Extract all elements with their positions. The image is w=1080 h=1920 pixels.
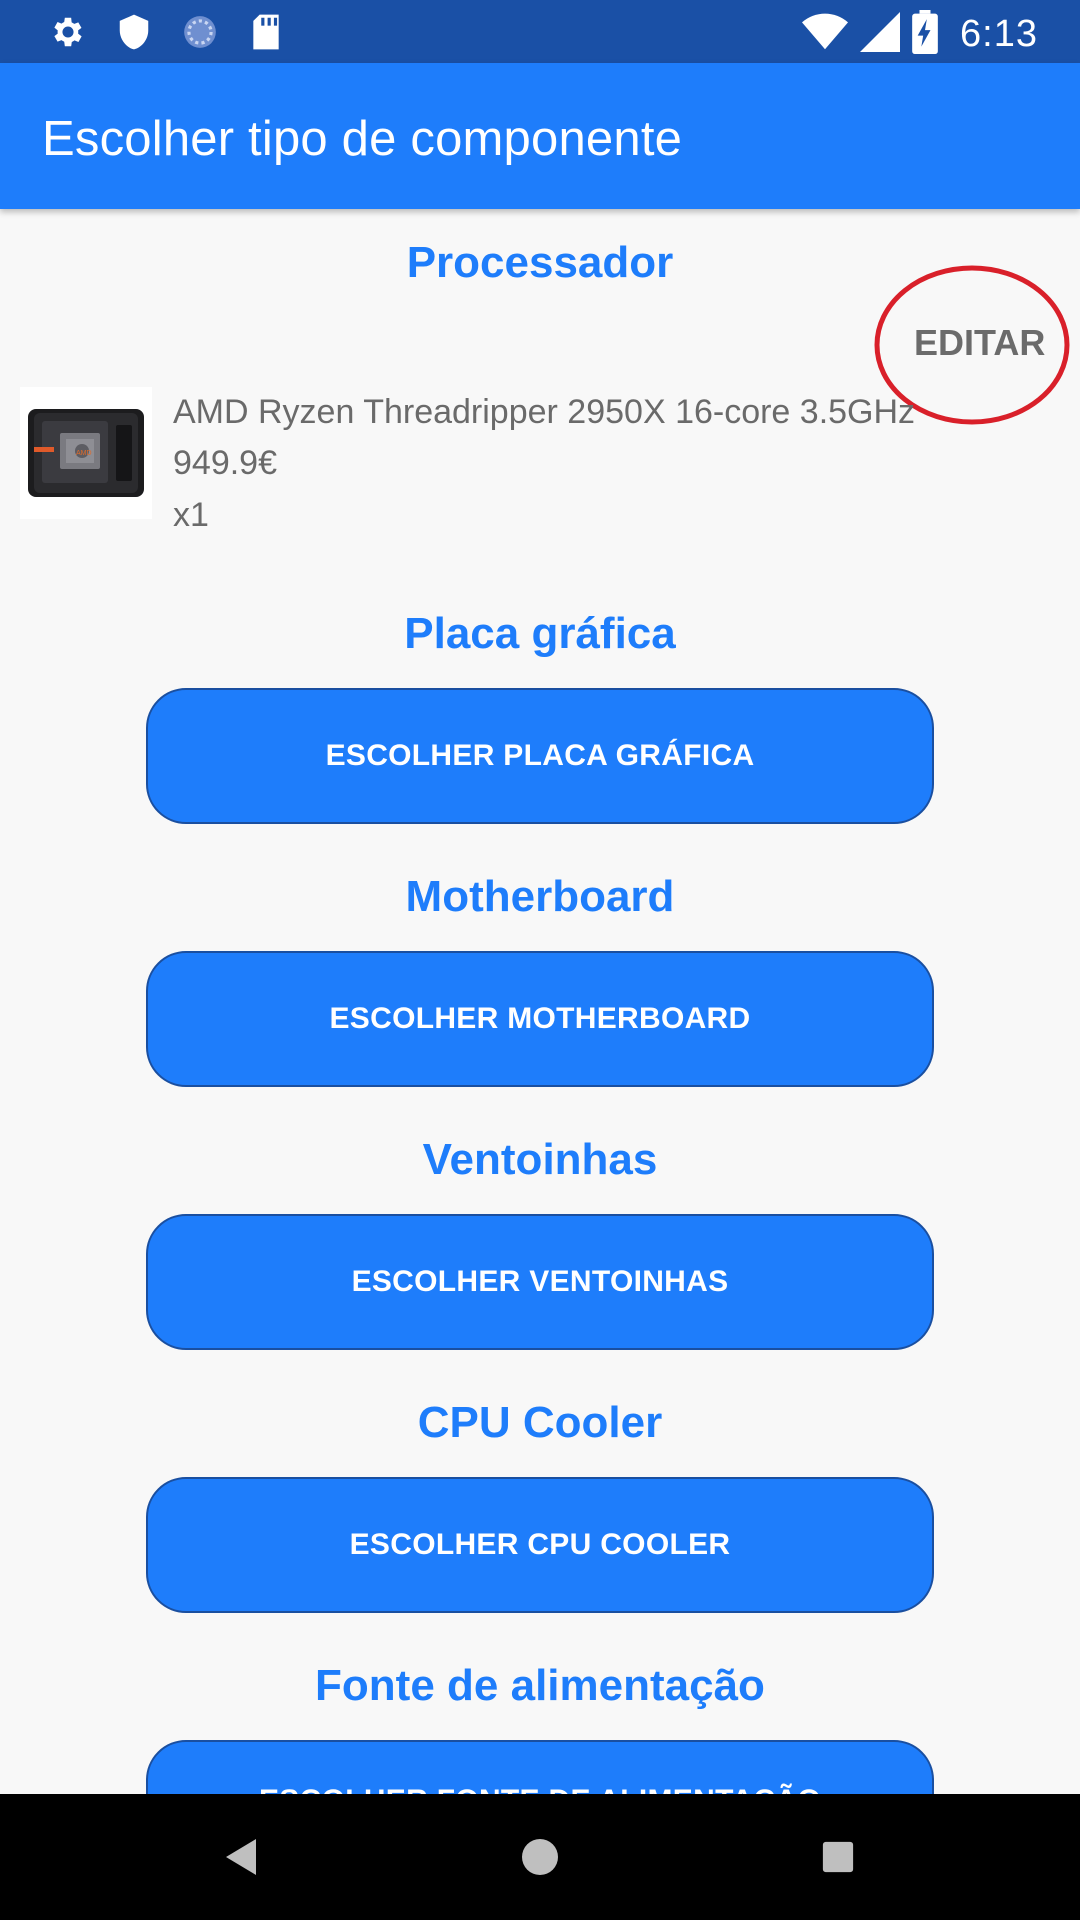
gear-icon [48, 12, 88, 52]
choose-cpu-cooler-button[interactable]: ESCOLHER CPU COOLER [146, 1477, 934, 1613]
product-name: AMD Ryzen Threadripper 2950X 16-core 3.5… [173, 393, 916, 431]
edit-button[interactable]: EDITAR [914, 322, 1045, 364]
cpu-box-image: AMD [28, 409, 144, 497]
product-quantity: x1 [173, 496, 209, 534]
back-icon[interactable] [212, 1827, 272, 1887]
sd-card-icon [246, 12, 286, 52]
choose-graphics-card-button[interactable]: ESCOLHER PLACA GRÁFICA [146, 688, 934, 824]
status-bar: 6:13 [0, 0, 1080, 63]
choose-motherboard-button[interactable]: ESCOLHER MOTHERBOARD [146, 951, 934, 1087]
product-image: AMD [20, 387, 152, 519]
home-icon[interactable] [510, 1827, 570, 1887]
recents-icon[interactable] [808, 1827, 868, 1887]
page-title: Escolher tipo de componente [42, 112, 683, 166]
battery-charging-icon [912, 10, 938, 59]
svg-text:AMD: AMD [76, 450, 92, 457]
product-price: 949.9€ [173, 444, 277, 482]
navigation-bar [0, 1794, 1080, 1920]
choose-fans-button[interactable]: ESCOLHER VENTOINHAS [146, 1214, 934, 1350]
component-list[interactable]: Processador EDITAR AMD AMD Ryzen Threadr… [0, 209, 1080, 1794]
status-clock: 6:13 [960, 13, 1038, 55]
wifi-icon [802, 12, 849, 57]
section-title-processor: Processador [406, 238, 674, 287]
section-title-fans: Ventoinhas [422, 1135, 658, 1184]
shield-icon [114, 12, 154, 52]
app-bar: Escolher tipo de componente [0, 63, 1080, 209]
section-title-motherboard: Motherboard [405, 872, 675, 921]
sync-icon [180, 12, 220, 52]
section-title-graphics-card: Placa gráfica [404, 609, 676, 658]
choose-power-supply-button[interactable]: ESCOLHER FONTE DE ALIMENTAÇÃO [146, 1740, 934, 1794]
section-title-power-supply: Fonte de alimentação [315, 1661, 765, 1710]
section-title-cpu-cooler: CPU Cooler [417, 1398, 663, 1447]
signal-icon [860, 12, 901, 57]
